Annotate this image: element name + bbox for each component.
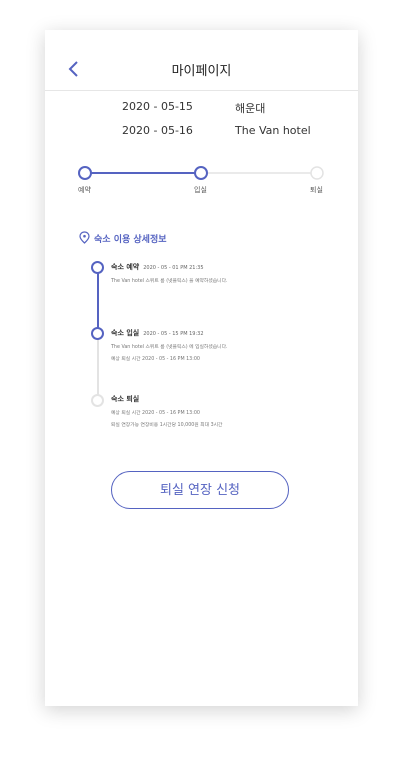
timeline-event-checkin: 숙소 입실 2020 - 05 - 15 PM 19:32 The Van hot…: [111, 328, 228, 362]
event-detail: 예상 퇴실 시간 2020 - 05 - 16 PM 13:00: [111, 357, 200, 362]
extend-checkout-button[interactable]: 퇴실 연장 신청: [111, 471, 289, 509]
timeline-event-reserve: 숙소 예약 2020 - 05 - 01 PM 21:35 The Van hot…: [111, 262, 228, 284]
my-page-card: 마이페이지 2020 - 05-15 해운대 2020 - 05-16 The …: [45, 30, 358, 706]
checkin-date: 2020 - 05-15: [122, 100, 193, 113]
event-timestamp: 2020 - 05 - 15 PM 19:32: [143, 331, 204, 337]
header: 마이페이지: [45, 30, 358, 91]
location-text: 해운대: [235, 102, 266, 115]
details-section-label: 숙소 이용 상세정보: [94, 235, 167, 245]
event-detail: 예상 퇴실 시간 2020 - 05 - 16 PM 13:00: [111, 411, 200, 416]
step-dot-checkin: [194, 166, 208, 180]
step-label-reserve: 예약: [78, 186, 91, 194]
timeline-line-done: [97, 267, 99, 333]
timeline-dot-checkin: [91, 327, 104, 340]
event-title-text: 숙소 퇴실: [111, 395, 140, 403]
step-dot-reserve: [78, 166, 92, 180]
step-label-checkout: 퇴실: [310, 186, 323, 194]
checkout-date: 2020 - 05-16: [122, 124, 193, 137]
event-detail: The Van hotel 스위트 룸 (넷플릭스) 에 입실하셨습니다.: [111, 345, 228, 350]
timeline-dot-reserve: [91, 261, 104, 274]
event-timestamp: 2020 - 05 - 01 PM 21:35: [143, 265, 204, 271]
timeline-line-pending: [97, 333, 99, 398]
hotel-name: The Van hotel: [235, 124, 311, 137]
stay-progress: 예약 입실 퇴실: [45, 160, 358, 200]
event-detail: The Van hotel 스위트 룸 (넷플릭스) 을 예약하셨습니다.: [111, 279, 228, 284]
step-label-checkin: 입실: [194, 186, 207, 194]
event-title-text: 숙소 예약: [111, 263, 140, 271]
event-title: 숙소 퇴실: [111, 394, 222, 404]
event-title: 숙소 예약 2020 - 05 - 01 PM 21:35: [111, 262, 228, 272]
location-pin-icon: [79, 231, 90, 244]
step-dot-checkout: [310, 166, 324, 180]
event-title: 숙소 입실 2020 - 05 - 15 PM 19:32: [111, 328, 228, 338]
timeline-dot-checkout: [91, 394, 104, 407]
timeline-event-checkout: 숙소 퇴실 예상 퇴실 시간 2020 - 05 - 16 PM 13:00 퇴…: [111, 394, 222, 428]
event-detail: 퇴실 연장가능 연장비용 1시간당 10,000원 최대 3시간: [111, 423, 223, 428]
page-title: 마이페이지: [171, 64, 232, 79]
event-title-text: 숙소 입실: [111, 329, 140, 337]
